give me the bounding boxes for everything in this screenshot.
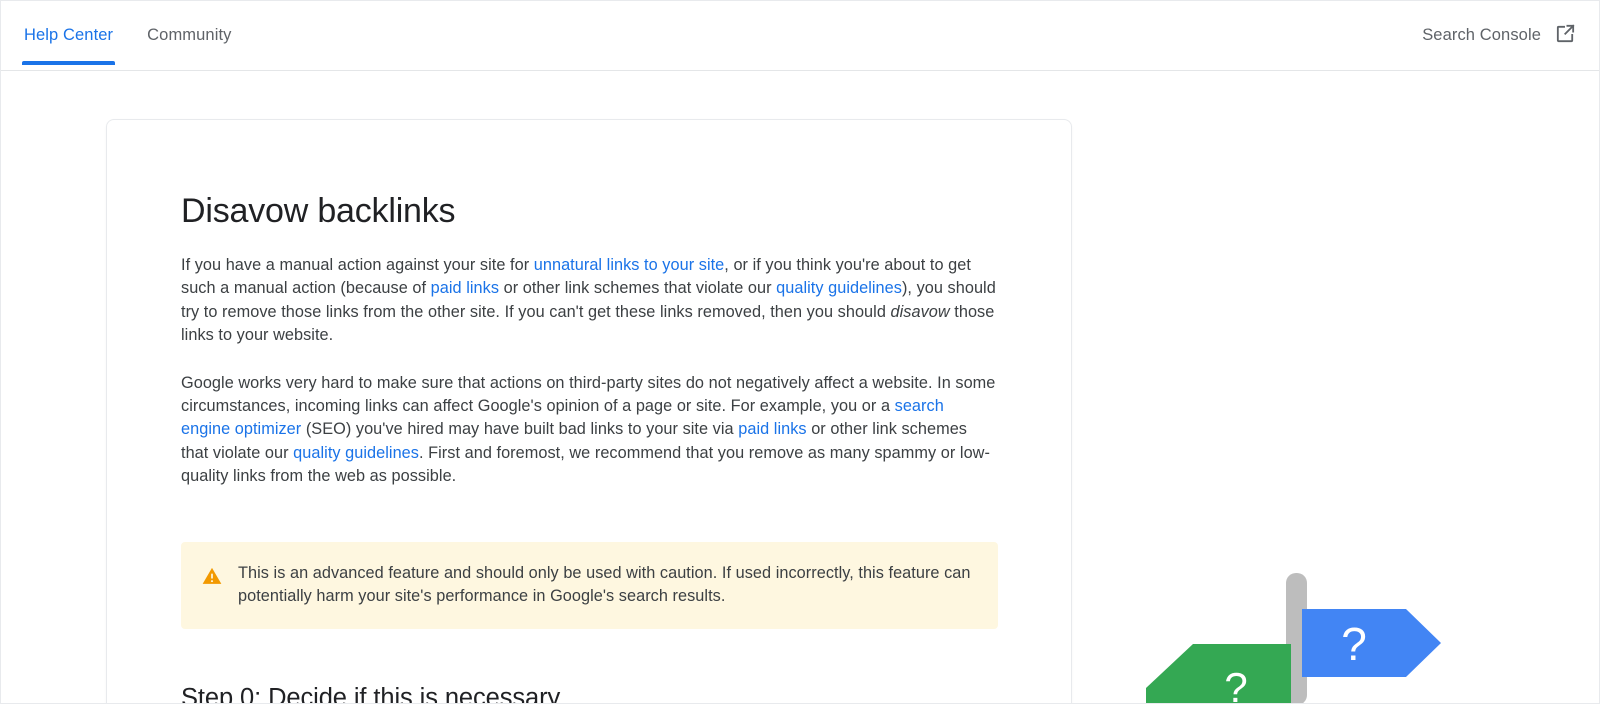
search-console-link[interactable]: Search Console	[1422, 1, 1577, 70]
page-title: Disavow backlinks	[181, 192, 456, 230]
article-card: Disavow backlinks If you have a manual a…	[106, 119, 1072, 704]
paragraph1-seg3: or other link schemes that violate our	[499, 279, 777, 298]
tab-community[interactable]: Community	[145, 1, 233, 70]
paragraph2-seg1: Google works very hard to make sure that…	[181, 373, 996, 416]
link-quality-guidelines-2[interactable]: quality guidelines	[293, 444, 419, 462]
signpost-left-sign-label: ?	[1224, 664, 1247, 704]
top-header: Help Center Community Search Console	[1, 1, 1599, 71]
warning-triangle-icon	[201, 565, 223, 592]
help-center-page: Help Center Community Search Console Dis…	[0, 0, 1600, 704]
paragraph2-seg2: (SEO) you've hired may have built bad li…	[301, 420, 739, 439]
signpost-post	[1286, 573, 1307, 703]
signpost-right-sign	[1302, 609, 1441, 677]
tab-help-center[interactable]: Help Center	[22, 1, 116, 70]
warning-callout: This is an advanced feature and should o…	[181, 541, 998, 629]
signpost-illustration: ? ?	[1141, 566, 1461, 704]
signpost-left-sign	[1146, 644, 1291, 703]
link-unnatural-links[interactable]: unnatural links to your site	[534, 256, 725, 274]
external-link-icon	[1554, 22, 1577, 50]
signpost-right-sign-label: ?	[1341, 618, 1367, 670]
second-paragraph: Google works very hard to make sure that…	[181, 372, 996, 489]
tab-community-label: Community	[147, 26, 232, 44]
link-quality-guidelines-1[interactable]: quality guidelines	[776, 279, 902, 297]
link-paid-links-1[interactable]: paid links	[431, 279, 499, 297]
emphasis-disavow: disavow	[890, 302, 950, 321]
link-paid-links-2[interactable]: paid links	[738, 420, 806, 438]
article-content: Disavow backlinks If you have a manual a…	[107, 120, 1071, 704]
intro-paragraph: If you have a manual action against your…	[181, 254, 996, 348]
search-console-label: Search Console	[1422, 26, 1541, 44]
paragraph1-seg1: If you have a manual action against your…	[181, 256, 534, 274]
tab-help-center-label: Help Center	[24, 26, 114, 44]
step-heading: Step 0: Decide if this is necessary	[181, 683, 561, 704]
header-tabs: Help Center Community	[22, 1, 234, 70]
warning-callout-text: This is an advanced feature and should o…	[238, 563, 971, 606]
